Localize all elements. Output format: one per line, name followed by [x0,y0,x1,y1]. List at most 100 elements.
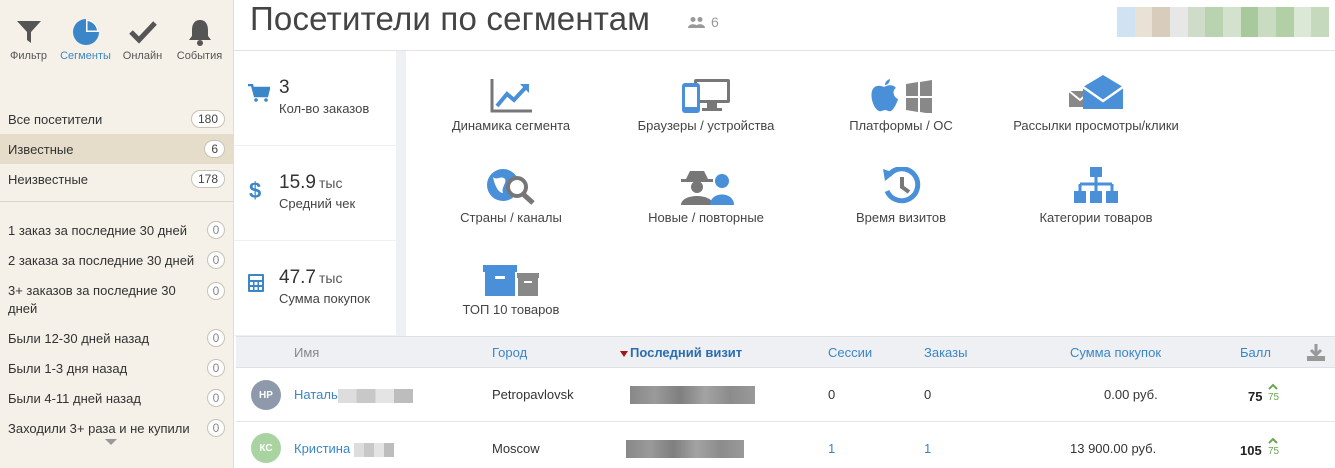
segment-known[interactable]: Известные 6 [0,134,233,164]
visitor-orders[interactable]: 1 [924,441,931,456]
report-label: Страны / каналы [460,210,562,225]
visitor-score-small: 75 [1268,446,1280,457]
report-segment-dynamics[interactable]: Динамика сегмента [406,71,616,133]
segment-label: 3+ заказов за последние 30 дней [8,283,176,316]
avatar: НР [251,380,281,410]
users-count-value: 6 [711,14,719,30]
online-tab-label: Онлайн [122,50,163,62]
last-visit-redacted [626,440,744,458]
segment-label: Неизвестные [8,171,89,187]
segment-label: Известные [8,141,74,157]
segment-count: 0 [207,282,225,300]
segment-custom-item[interactable]: Были 4-11 дней назад 0 [0,383,233,413]
metric-value: 3 [279,77,290,98]
metric-caption: Кол-во заказов [279,101,370,116]
segment-label: 2 заказа за последние 30 дней [8,252,195,268]
cart-icon [248,84,270,102]
visitor-name[interactable]: Наталь [294,387,413,403]
reports-grid: Динамика сегмента Браузеры / устройства … [406,51,1335,336]
visitor-name[interactable]: Кристина [294,441,394,457]
visitor-score: 105 [1240,443,1262,458]
report-label: Время визитов [855,210,947,225]
visitor-purchases: 0.00 руб. [1104,387,1158,402]
visitor-orders: 0 [924,387,932,402]
online-tab[interactable]: Онлайн [114,18,171,78]
visitor-purchases: 13 900.00 руб. [1070,441,1157,456]
column-orders[interactable]: Заказы [924,345,967,360]
segment-label: Заходили 3+ раза и не купили [8,420,190,436]
bell-icon [171,18,228,46]
visitor-score: 75 [1248,389,1263,404]
download-icon[interactable] [1307,344,1325,361]
chevron-up-icon [1268,383,1278,390]
avatar: КС [251,433,281,463]
page-title: Посетители по сегментам [250,0,651,37]
segment-count: 180 [190,110,225,128]
visitors-table-header: Имя Город Последний визит Сессии Заказы … [236,336,1335,368]
column-city[interactable]: Город [492,345,527,360]
calculator-icon [248,274,264,292]
metric-value: 15.9 тыс [279,172,343,193]
column-sessions[interactable]: Сессии [828,345,872,360]
segment-custom-item[interactable]: 1 заказ за последние 30 дней 0 [0,215,233,245]
globe-search-icon [487,169,535,205]
report-platforms-os[interactable]: Платформы / ОС [796,71,1006,133]
segment-count: 0 [207,329,225,347]
filter-tab-label: Фильтр [10,50,47,62]
segment-all-visitors[interactable]: Все посетители 180 [0,104,233,134]
header-redacted-area [1117,7,1330,37]
events-tab-label: События [176,50,223,62]
table-row[interactable]: НР Наталь Petropavlovsk 0 0 0.00 руб. 75… [236,368,1335,422]
segment-divider [0,201,233,202]
report-countries-channels[interactable]: Страны / каналы [406,163,616,225]
report-product-categories[interactable]: Категории товаров [991,163,1201,225]
segment-label: Были 12-30 дней назад [8,330,150,346]
report-new-returning[interactable]: Новые / повторные [601,163,811,225]
users-count: 6 [688,14,719,30]
sidebar-toolbar: Фильтр Сегменты Онлайн События [0,0,233,78]
segment-list: Все посетители 180 Известные 6 Неизвестн… [0,104,233,443]
history-icon [883,167,921,204]
column-last-visit[interactable]: Последний визит [620,345,742,360]
segment-count: 0 [207,221,225,239]
segment-custom-item[interactable]: 2 заказа за последние 30 дней 0 [0,245,233,275]
report-label: Рассылки просмотры/клики [1013,118,1179,133]
filter-icon [0,18,57,46]
metric-value: 47.7 тыс [279,267,343,288]
metric-caption: Сумма покупок [279,291,371,306]
events-tab[interactable]: События [171,18,228,78]
segment-unknown[interactable]: Неизвестные 178 [0,164,233,194]
svg-text:$: $ [249,179,261,201]
segment-label: Все посетители [8,111,103,127]
spy-user-icon [681,171,734,205]
pie-chart-icon [57,18,114,46]
sort-desc-icon [620,350,628,357]
report-label: Новые / повторные [648,210,764,225]
report-label: Браузеры / устройства [637,118,775,133]
report-visit-times[interactable]: Время визитов [796,163,1006,225]
report-mailings[interactable]: Рассылки просмотры/клики [991,71,1201,133]
report-browsers-devices[interactable]: Браузеры / устройства [601,71,811,133]
report-label: Платформы / ОС [849,118,953,133]
segment-count: 0 [207,359,225,377]
visitor-sessions[interactable]: 1 [828,441,835,456]
table-row[interactable]: КС Кристина Moscow 1 1 13 900.00 руб. 10… [236,422,1335,468]
column-purchases[interactable]: Сумма покупок [1070,345,1161,360]
segments-tab[interactable]: Сегменты [57,18,114,78]
report-label: Динамика сегмента [451,118,571,133]
boxes-icon [483,265,539,296]
metric-total-purchases: 47.7 тыс Сумма покупок [234,241,396,335]
segment-custom-item[interactable]: Были 12-30 дней назад 0 [0,323,233,353]
metric-orders: 3 Кол-во заказов [234,51,396,145]
segment-custom-item[interactable]: 3+ заказов за последние 30 дней 0 [0,275,233,323]
segment-custom-item[interactable]: Были 1-3 дня назад 0 [0,353,233,383]
sitemap-icon [1074,167,1118,203]
scroll-down-icon[interactable] [105,439,117,445]
chevron-up-icon [1268,437,1278,444]
segment-count: 0 [207,389,225,407]
segments-tab-label: Сегменты [60,50,111,62]
platforms-icon [871,79,932,113]
column-score[interactable]: Балл [1240,345,1271,360]
filter-tab[interactable]: Фильтр [0,18,57,78]
report-top10-products[interactable]: ТОП 10 товаров [406,255,616,317]
